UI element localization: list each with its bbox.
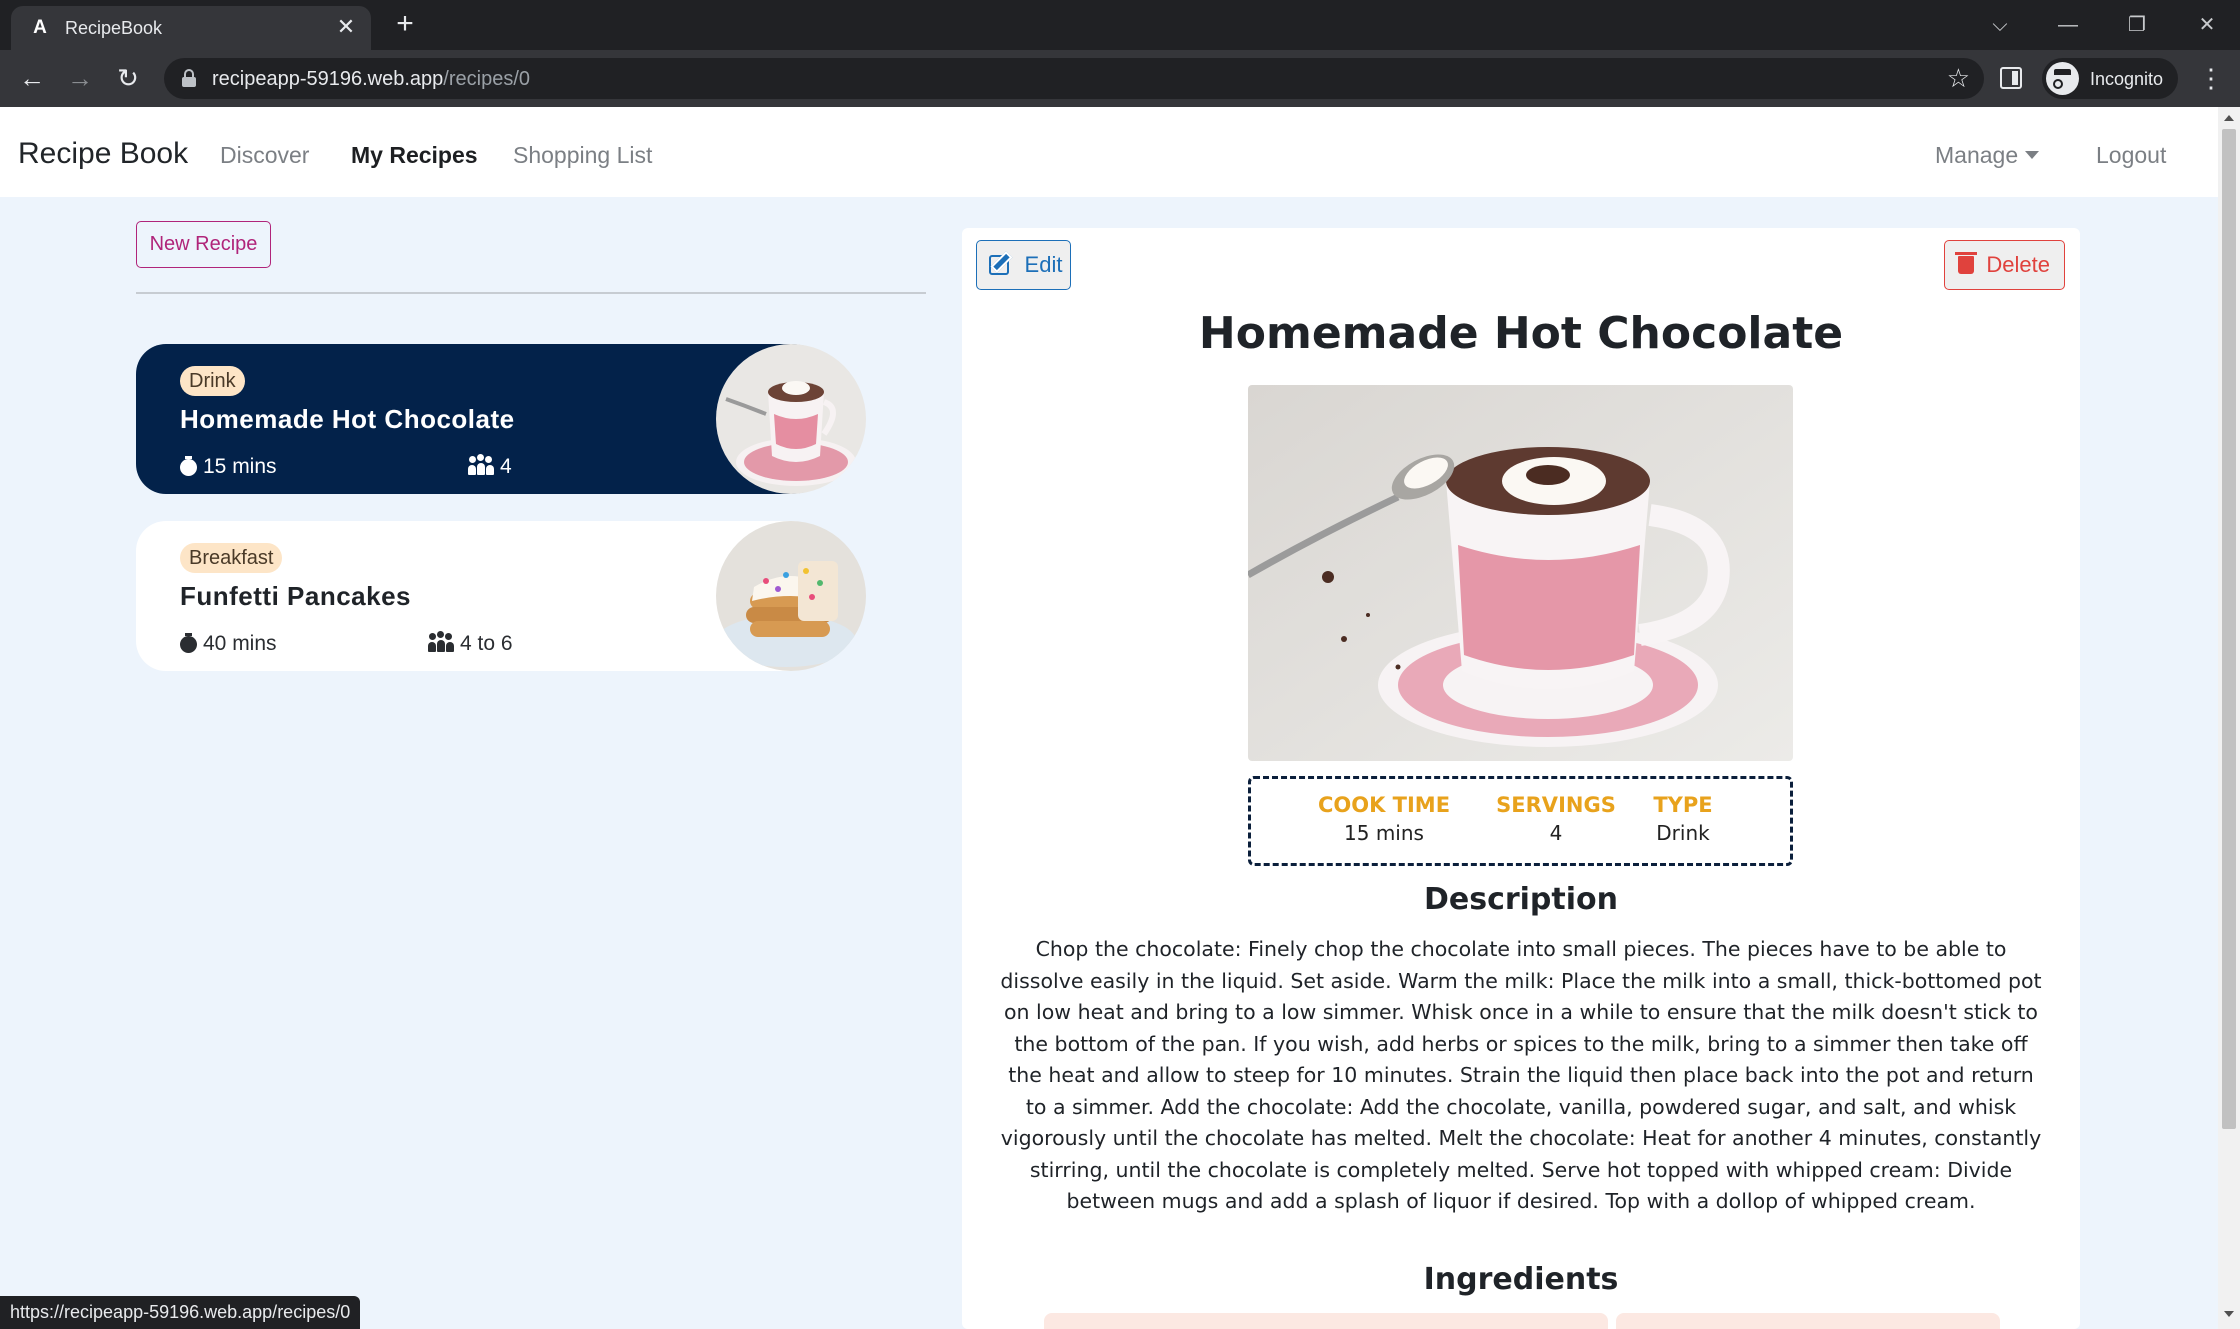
hot-chocolate-thumbnail xyxy=(716,344,866,494)
minimize-icon[interactable]: — xyxy=(2048,8,2088,42)
restore-icon[interactable]: ❐ xyxy=(2117,8,2157,42)
stat-servings: SERVINGS 4 xyxy=(1496,793,1616,845)
funfetti-pancakes-thumbnail xyxy=(716,521,866,671)
tab-title: RecipeBook xyxy=(65,18,163,38)
app-navbar: Recipe Book Discover My Recipes Shopping… xyxy=(0,107,2218,197)
browser-toolbar: ← → ↻ recipeapp-59196.web.app/recipes/0 … xyxy=(0,50,2240,107)
ingredients-heading: Ingredients xyxy=(1423,1262,1619,1297)
recipe-stats-box: COOK TIME 15 mins SERVINGS 4 TYPE Drink xyxy=(1248,776,1793,866)
scroll-thumb[interactable] xyxy=(2222,129,2236,1129)
link-status-bubble: https://recipeapp-59196.web.app/recipes/… xyxy=(0,1296,361,1329)
tab-search-chevron-icon[interactable]: ⌵ xyxy=(1980,8,2020,42)
more-menu-icon[interactable]: ⋮ xyxy=(2196,61,2226,97)
address-bar[interactable]: recipeapp-59196.web.app/recipes/0 ☆ xyxy=(164,58,1984,99)
recipe-description: Chop the chocolate: Finely chop the choc… xyxy=(1000,937,2042,1213)
nav-my-recipes[interactable]: My Recipes xyxy=(351,141,478,169)
description-heading: Description xyxy=(1423,882,1619,917)
lock-icon xyxy=(182,69,196,87)
category-badge: Drink xyxy=(180,366,245,396)
incognito-profile-button[interactable]: Incognito xyxy=(2042,58,2178,99)
category-badge: Breakfast xyxy=(180,543,283,573)
recipe-card-servings: 4 to 6 xyxy=(428,631,513,656)
new-tab-plus-icon[interactable]: + xyxy=(390,9,420,40)
manage-dropdown[interactable]: Manage xyxy=(1935,141,2040,169)
ingredients-card-left xyxy=(1044,1313,1608,1329)
recipe-hero-image xyxy=(1248,385,1793,761)
pen-to-square-icon xyxy=(989,255,1009,275)
new-recipe-button[interactable]: New Recipe xyxy=(136,221,271,268)
browser-tab[interactable]: A RecipeBook ✕ xyxy=(11,6,371,50)
page-scrollbar[interactable] xyxy=(2218,107,2240,1329)
scroll-up-arrow-icon[interactable] xyxy=(2224,115,2234,121)
side-panel-icon[interactable] xyxy=(2000,67,2022,89)
trash-icon xyxy=(1955,252,1977,274)
recipe-card-hot-chocolate[interactable]: Drink Homemade Hot Chocolate 15 mins 4 xyxy=(136,344,866,494)
stat-type: TYPE Drink xyxy=(1653,793,1713,845)
reload-icon[interactable]: ↻ xyxy=(110,61,146,97)
url-text[interactable]: recipeapp-59196.web.app/recipes/0 xyxy=(212,68,530,90)
stopwatch-icon xyxy=(180,456,197,476)
stopwatch-icon xyxy=(180,633,197,653)
recipe-card-title: Funfetti Pancakes xyxy=(180,581,412,611)
recipe-card-time: 15 mins xyxy=(180,455,277,479)
scroll-down-arrow-icon[interactable] xyxy=(2224,1311,2234,1317)
bookmark-star-icon[interactable]: ☆ xyxy=(1947,63,1970,93)
recipe-card-servings: 4 xyxy=(468,454,512,479)
nav-discover[interactable]: Discover xyxy=(220,141,309,169)
browser-tab-strip: A RecipeBook ✕ + ⌵ — ❐ ✕ xyxy=(0,0,2240,50)
incognito-icon xyxy=(2046,62,2079,95)
recipe-title: Homemade Hot Chocolate xyxy=(1198,308,1844,359)
window-close-icon[interactable]: ✕ xyxy=(2187,8,2227,42)
logout-link[interactable]: Logout xyxy=(2096,141,2166,169)
forward-arrow-icon[interactable]: → xyxy=(62,61,98,97)
incognito-label: Incognito xyxy=(2090,69,2164,89)
recipe-detail-panel: Edit Delete Homemade Hot Chocolate COOK … xyxy=(962,228,2080,1329)
edit-button[interactable]: Edit xyxy=(976,240,1071,290)
ingredients-card-right xyxy=(1616,1313,2000,1329)
people-group-icon xyxy=(468,454,494,475)
angular-favicon-icon: A xyxy=(33,17,47,38)
list-divider xyxy=(136,292,926,294)
nav-shopping-list[interactable]: Shopping List xyxy=(513,141,652,169)
recipe-card-time: 40 mins xyxy=(180,632,277,656)
recipe-card-title: Homemade Hot Chocolate xyxy=(180,404,515,434)
brand-logo[interactable]: Recipe Book xyxy=(18,137,188,171)
close-icon[interactable]: ✕ xyxy=(333,14,359,40)
back-arrow-icon[interactable]: ← xyxy=(14,61,50,97)
caret-down-icon xyxy=(2025,150,2040,159)
people-group-icon xyxy=(428,631,454,652)
delete-button[interactable]: Delete xyxy=(1944,240,2065,290)
recipe-card-funfetti-pancakes[interactable]: Breakfast Funfetti Pancakes 40 mins 4 to… xyxy=(136,521,866,671)
stat-cook-time: COOK TIME 15 mins xyxy=(1317,793,1451,845)
